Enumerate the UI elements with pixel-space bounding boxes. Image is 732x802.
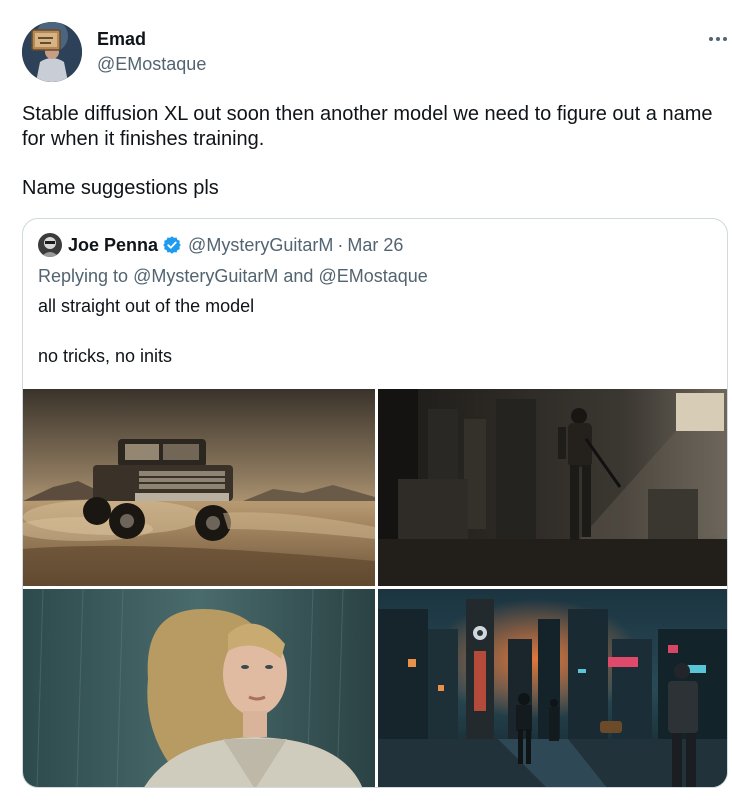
media-image-soldier[interactable]: [378, 389, 727, 586]
more-icon: [709, 37, 727, 41]
tweet: Emad @EMostaque Stable diffusion XL out …: [0, 0, 732, 802]
quote-author-avatar[interactable]: [38, 233, 62, 257]
tweet-text-line: Name suggestions pls: [22, 177, 219, 199]
quote-text-line: no tricks, no inits: [38, 346, 173, 366]
media-image-woman[interactable]: [23, 589, 375, 787]
author-avatar[interactable]: [22, 22, 82, 82]
quote-tweet-card[interactable]: Joe Penna @MysteryGuitarM · Mar 26 Reply…: [22, 218, 728, 788]
replying-to-prefix: Replying to: [38, 266, 129, 286]
separator-dot: ·: [337, 234, 344, 255]
media-image-truck[interactable]: [23, 389, 375, 586]
quote-text-line: all straight out of the model: [38, 296, 255, 316]
quote-date[interactable]: Mar 26: [347, 235, 403, 256]
quote-author-handle[interactable]: @MysteryGuitarM: [188, 235, 333, 256]
replying-to-conjunction: and: [283, 266, 314, 286]
reply-mention-link[interactable]: @MysteryGuitarM: [133, 266, 278, 286]
media-image-city[interactable]: [378, 589, 727, 787]
quote-text: all straight out of the model no tricks,…: [38, 295, 254, 367]
quote-author-name[interactable]: Joe Penna: [68, 235, 158, 256]
replying-to-line: Replying to @MysteryGuitarM and @EMostaq…: [38, 265, 428, 287]
author-handle[interactable]: @EMostaque: [97, 54, 206, 74]
more-options-button[interactable]: [698, 26, 732, 52]
quote-header: Joe Penna @MysteryGuitarM · Mar 26: [38, 233, 403, 257]
media-grid: [23, 389, 727, 787]
verified-badge-icon: [162, 235, 182, 255]
tweet-text: Stable diffusion XL out soon then anothe…: [22, 102, 722, 201]
reply-mention-link[interactable]: @EMostaque: [318, 266, 427, 286]
author-name[interactable]: Emad: [97, 29, 146, 49]
tweet-text-line: Stable diffusion XL out soon then anothe…: [22, 103, 713, 150]
